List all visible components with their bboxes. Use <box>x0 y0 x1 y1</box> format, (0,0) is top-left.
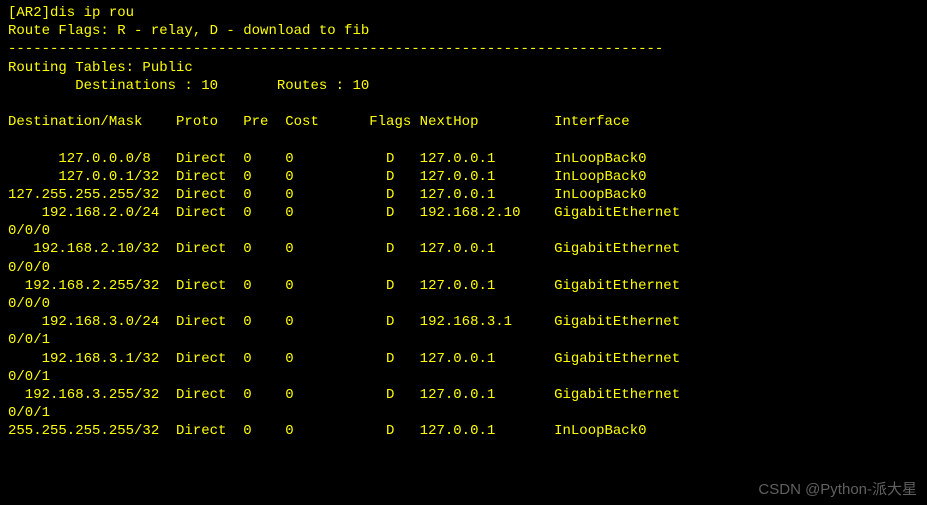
blank-line <box>8 95 919 113</box>
column-headers: Destination/Mask Proto Pre Cost Flags Ne… <box>8 113 919 131</box>
table-summary: Destinations : 10 Routes : 10 <box>8 77 919 95</box>
table-row: 127.255.255.255/32 Direct 0 0 D 127.0.0.… <box>8 186 919 204</box>
table-row: 0/0/1 <box>8 368 919 386</box>
table-row: 192.168.3.255/32 Direct 0 0 D 127.0.0.1 … <box>8 386 919 404</box>
table-row: 192.168.3.1/32 Direct 0 0 D 127.0.0.1 Gi… <box>8 350 919 368</box>
table-row: 127.0.0.0/8 Direct 0 0 D 127.0.0.1 InLoo… <box>8 150 919 168</box>
route-flags-line: Route Flags: R - relay, D - download to … <box>8 22 919 40</box>
divider-top: ----------------------------------------… <box>8 40 919 58</box>
table-row: 192.168.2.10/32 Direct 0 0 D 127.0.0.1 G… <box>8 240 919 258</box>
watermark: CSDN @Python-派大星 <box>758 480 917 500</box>
routing-table-rows: 127.0.0.0/8 Direct 0 0 D 127.0.0.1 InLoo… <box>8 150 919 441</box>
command-line: [AR2]dis ip rou <box>8 4 919 22</box>
blank-line <box>8 131 919 149</box>
table-row: 255.255.255.255/32 Direct 0 0 D 127.0.0.… <box>8 422 919 440</box>
table-row: 127.0.0.1/32 Direct 0 0 D 127.0.0.1 InLo… <box>8 168 919 186</box>
table-row: 0/0/0 <box>8 295 919 313</box>
table-row: 192.168.2.255/32 Direct 0 0 D 127.0.0.1 … <box>8 277 919 295</box>
table-row: 192.168.2.0/24 Direct 0 0 D 192.168.2.10… <box>8 204 919 222</box>
table-row: 0/0/0 <box>8 259 919 277</box>
table-title: Routing Tables: Public <box>8 59 919 77</box>
table-row: 0/0/1 <box>8 404 919 422</box>
table-row: 0/0/1 <box>8 331 919 349</box>
table-row: 192.168.3.0/24 Direct 0 0 D 192.168.3.1 … <box>8 313 919 331</box>
table-row: 0/0/0 <box>8 222 919 240</box>
